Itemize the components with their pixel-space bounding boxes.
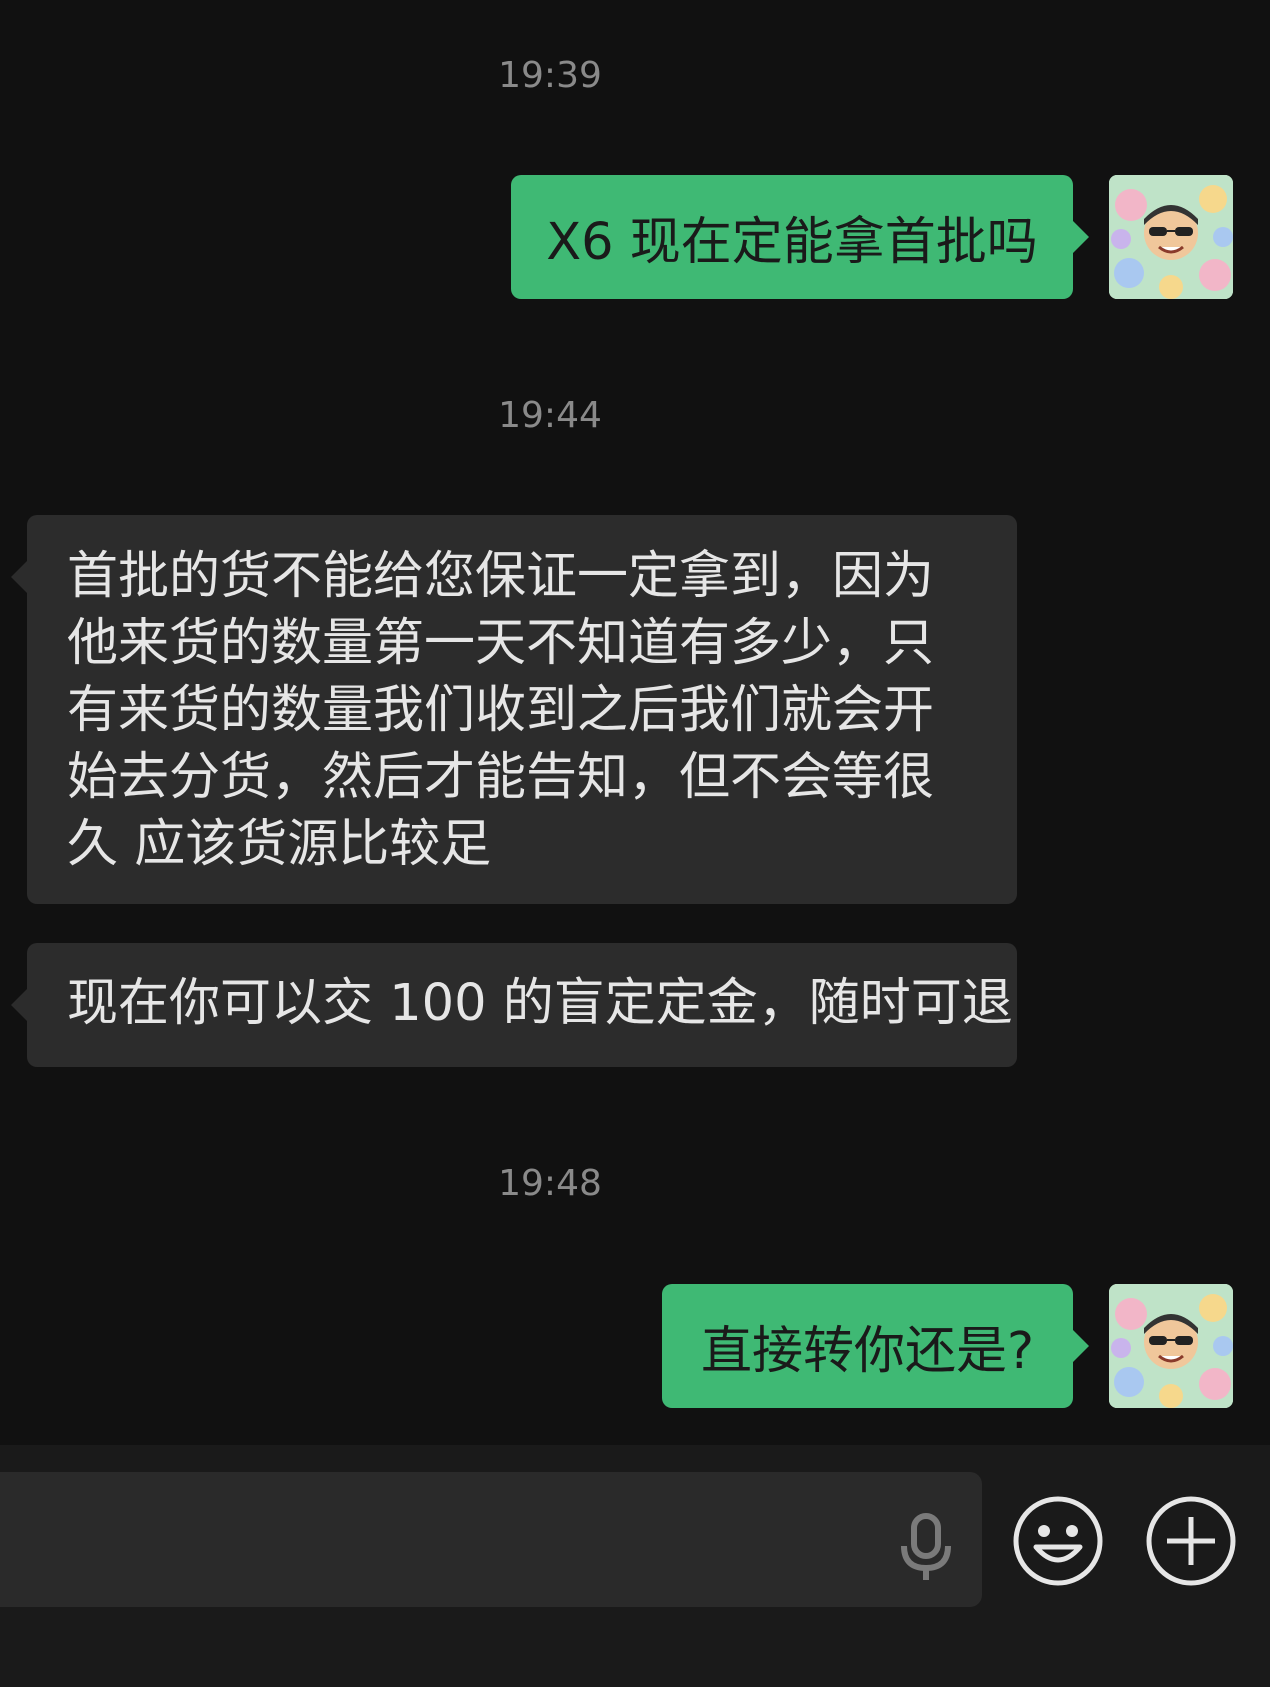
message-text: 现在你可以交 100 的盲定定金，随时可退 xyxy=(67,974,1013,1033)
timestamp: 19:39 xyxy=(498,55,602,96)
plus-icon[interactable] xyxy=(1145,1495,1237,1587)
sent-message-bubble[interactable]: X6 现在定能拿首批吗 xyxy=(511,175,1089,299)
user-avatar-icon xyxy=(1109,1284,1233,1408)
received-message-bubble[interactable]: 现在你可以交 100 的盲定定金，随时可退 xyxy=(11,943,1017,1067)
user-avatar[interactable] xyxy=(1109,1284,1233,1408)
message-input[interactable] xyxy=(0,1472,982,1607)
chat-input-bar xyxy=(0,1445,1270,1687)
received-message-bubble[interactable]: 首批的货不能给您保证一定拿到，因为他来货的数量第一天不知道有多少，只有来货的数量… xyxy=(11,515,1017,904)
message-text: X6 现在定能拿首批吗 xyxy=(546,213,1038,272)
sent-message-bubble[interactable]: 直接转你还是? xyxy=(662,1284,1089,1408)
user-avatar-icon xyxy=(1109,175,1233,299)
message-text: 直接转你还是? xyxy=(700,1322,1035,1381)
timestamp: 19:44 xyxy=(498,395,602,436)
user-avatar[interactable] xyxy=(1109,175,1233,299)
timestamp: 19:48 xyxy=(498,1163,602,1204)
emoji-icon[interactable] xyxy=(1012,1495,1104,1587)
microphone-icon[interactable] xyxy=(896,1512,956,1582)
message-text: 首批的货不能给您保证一定拿到，因为他来货的数量第一天不知道有多少，只有来货的数量… xyxy=(67,547,935,874)
